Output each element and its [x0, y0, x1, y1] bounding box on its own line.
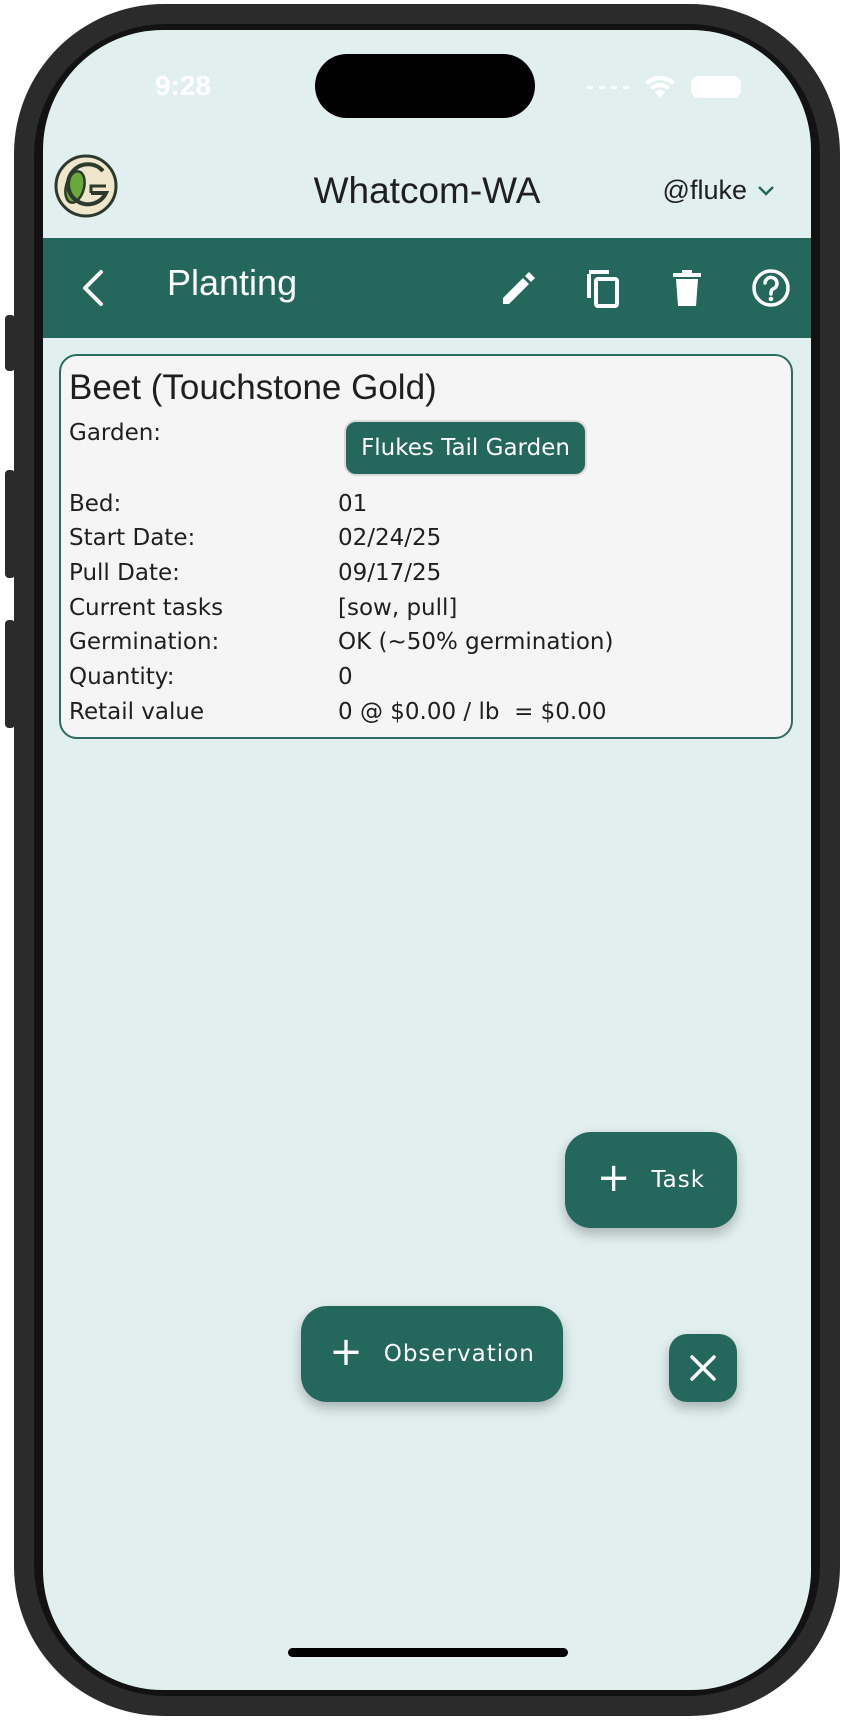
status-icons: [587, 74, 741, 100]
current-tasks-label: Current tasks: [69, 595, 224, 621]
app-bar: Planting: [43, 238, 811, 338]
germination-value: OK (~50% germination): [338, 629, 614, 655]
signal-icon: [587, 85, 629, 89]
planting-card: Beet (Touchstone Gold) Garden: Flukes Ta…: [59, 354, 793, 739]
close-fab-button[interactable]: [669, 1334, 737, 1402]
retail-value-label: Retail value: [69, 699, 205, 725]
pull-date-value: 09/17/25: [338, 560, 442, 586]
dynamic-island: [315, 54, 535, 118]
edit-icon[interactable]: [495, 264, 543, 312]
side-button-mute: [5, 315, 15, 371]
battery-icon: [691, 76, 741, 98]
delete-icon[interactable]: [663, 264, 711, 312]
user-menu[interactable]: @fluke: [663, 175, 775, 206]
add-task-button[interactable]: + Task: [565, 1132, 737, 1228]
wifi-icon: [645, 75, 675, 98]
chevron-down-icon: [758, 185, 774, 196]
plus-icon: +: [596, 1155, 632, 1201]
side-button-volume-down: [5, 620, 15, 728]
back-arrow-icon[interactable]: [73, 266, 117, 310]
app-screen: 9:28 Whatcom-WA @fluke Planting Beet (To…: [43, 30, 811, 1690]
bed-value: 01: [338, 491, 368, 517]
add-observation-button[interactable]: + Observation: [301, 1306, 563, 1402]
plus-icon: +: [329, 1329, 364, 1375]
germination-label: Germination:: [69, 629, 220, 655]
start-date-label: Start Date:: [69, 525, 196, 551]
pull-date-label: Pull Date:: [69, 560, 180, 586]
add-task-label: Task: [651, 1167, 706, 1193]
home-indicator: [288, 1648, 568, 1657]
close-icon: [690, 1355, 716, 1381]
start-date-value: 02/24/25: [338, 525, 442, 551]
status-time: 9:28: [155, 70, 212, 101]
add-observation-label: Observation: [383, 1341, 535, 1367]
page-title: Planting: [167, 262, 298, 303]
user-handle: @fluke: [662, 175, 747, 205]
current-tasks-value: [sow, pull]: [338, 595, 458, 621]
quantity-label: Quantity:: [69, 664, 175, 690]
copy-icon[interactable]: [579, 264, 627, 312]
planting-title: Beet (Touchstone Gold): [69, 368, 437, 407]
garden-label: Garden:: [69, 420, 162, 446]
bed-label: Bed:: [69, 491, 122, 517]
side-button-power: [830, 512, 840, 682]
side-button-volume-up: [5, 470, 15, 578]
retail-value-value: 0 @ $0.00 / lb = $0.00: [338, 699, 607, 725]
help-icon[interactable]: [747, 264, 795, 312]
garden-chip-button[interactable]: Flukes Tail Garden: [344, 420, 587, 476]
quantity-value: 0: [338, 664, 353, 690]
